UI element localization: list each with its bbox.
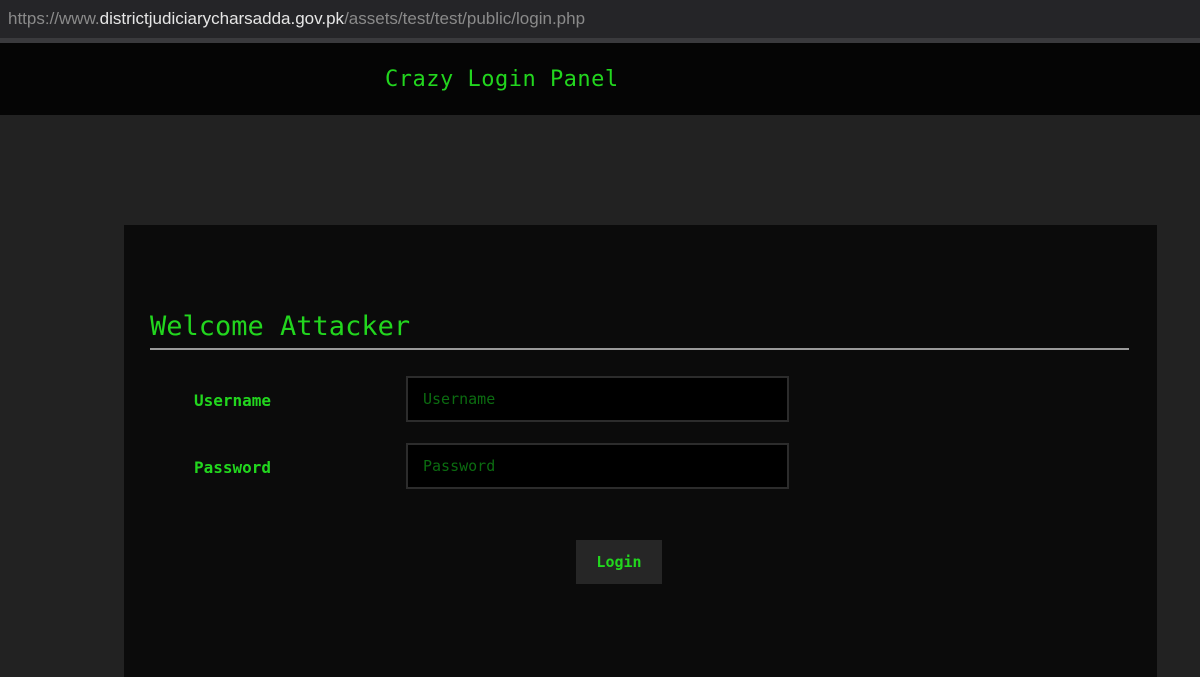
username-input[interactable] — [406, 376, 789, 422]
url-prefix: https://www. — [8, 9, 100, 28]
heading-divider — [150, 348, 1129, 350]
site-title: Crazy Login Panel — [385, 67, 619, 92]
address-bar[interactable]: https://www. districtjudiciarycharsadda.g… — [0, 0, 1200, 38]
welcome-heading: Welcome Attacker — [150, 311, 411, 342]
password-label: Password — [194, 458, 272, 477]
password-input[interactable] — [406, 443, 789, 489]
login-button[interactable]: Login — [576, 540, 662, 584]
url-path: /assets/test/test/public/login.php — [344, 9, 586, 28]
login-panel: Welcome Attacker Username Password Login — [124, 225, 1157, 677]
username-label: Username — [194, 391, 272, 410]
site-header: Crazy Login Panel — [0, 43, 1200, 115]
url-domain: districtjudiciarycharsadda.gov.pk — [99, 9, 345, 28]
